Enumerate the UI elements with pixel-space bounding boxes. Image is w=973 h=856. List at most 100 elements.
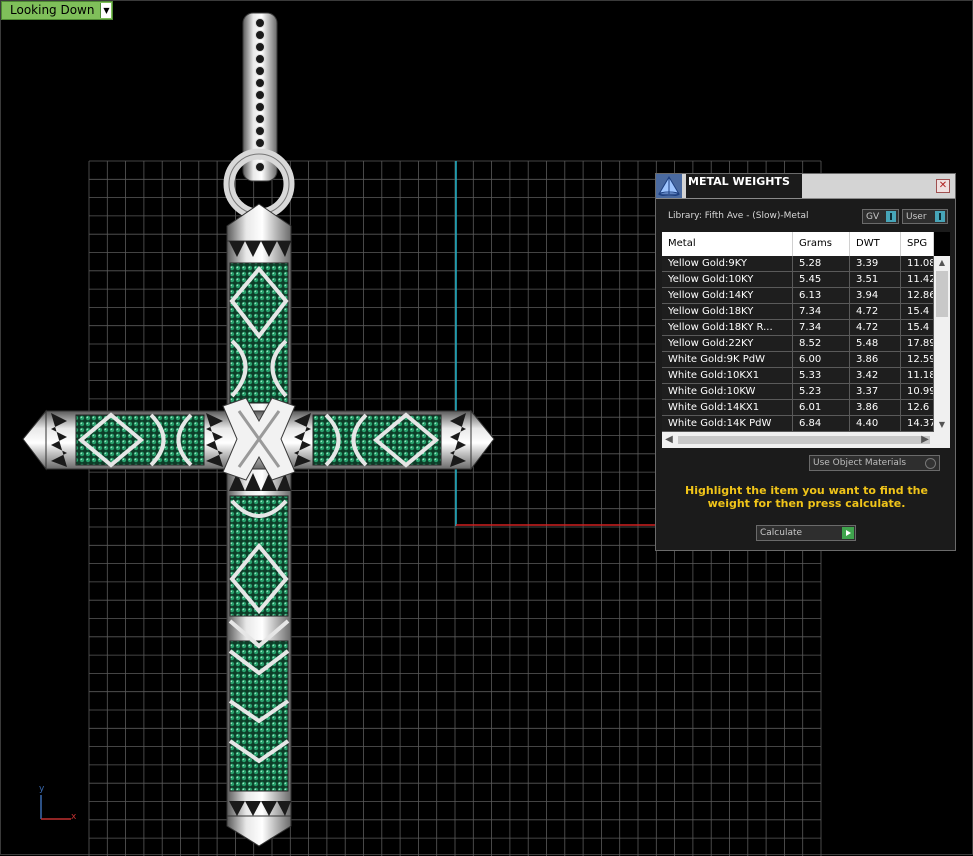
table-row[interactable]: White Gold:14K PdW 6.84 4.40 14.37 — [662, 416, 934, 432]
bail-bead — [255, 78, 265, 88]
cell-metal: Yellow Gold:14KY — [662, 288, 793, 303]
use-object-materials-label: Use Object Materials — [813, 458, 907, 468]
calculate-button[interactable]: Calculate — [756, 525, 856, 541]
column-header-metal[interactable]: Metal — [662, 232, 793, 256]
metal-weights-panel: METAL WEIGHTS ✕ Library: Fifth Ave - (Sl… — [655, 173, 956, 551]
table-row[interactable]: Yellow Gold:14KY 6.13 3.94 12.86 — [662, 288, 934, 304]
bail-bead — [255, 162, 265, 172]
bail-bead — [255, 102, 265, 112]
bail-bead — [255, 30, 265, 40]
column-header-spg[interactable]: SPG — [901, 232, 934, 256]
cell-metal: Yellow Gold:22KY — [662, 336, 793, 351]
cell-spg: 14.37 — [901, 416, 934, 431]
cell-metal: Yellow Gold:18KY R... — [662, 320, 793, 335]
scroll-thumb[interactable] — [678, 436, 930, 444]
use-object-materials-option[interactable]: Use Object Materials — [809, 455, 940, 471]
table-body: Yellow Gold:9KY 5.28 3.39 11.08 Yellow Gold… — [662, 256, 934, 432]
scroll-thumb[interactable] — [936, 271, 948, 317]
cell-dwt: 4.40 — [850, 416, 901, 431]
table-row[interactable]: White Gold:10KW 5.23 3.37 10.99 — [662, 384, 934, 400]
user-label: User — [906, 211, 927, 222]
bail-bead — [255, 66, 265, 76]
scroll-left-icon[interactable]: ◀ — [662, 432, 676, 448]
cross-pendant-model[interactable] — [22, 12, 495, 847]
bail-bead — [255, 18, 265, 28]
panel-header[interactable]: METAL WEIGHTS ✕ — [656, 174, 955, 199]
library-label: Library: Fifth Ave - (Slow)-Metal — [668, 211, 809, 221]
instruction-text: Highlight the item you want to find the … — [685, 484, 928, 510]
calculate-label: Calculate — [760, 528, 803, 538]
cell-spg: 15.4 — [901, 304, 934, 319]
cell-dwt: 3.37 — [850, 384, 901, 399]
gv-label: GV — [866, 211, 880, 222]
cell-dwt: 3.42 — [850, 368, 901, 383]
cell-spg: 10.99 — [901, 384, 934, 399]
cell-grams: 5.45 — [793, 272, 850, 287]
panel-title: METAL WEIGHTS — [686, 174, 802, 198]
view-selector[interactable]: Looking Down ▼ — [1, 1, 114, 20]
bail-bead — [255, 126, 265, 136]
cell-dwt: 5.48 — [850, 336, 901, 351]
chevron-down-icon[interactable]: ▼ — [100, 3, 112, 18]
cell-grams: 6.13 — [793, 288, 850, 303]
table-row[interactable]: Yellow Gold:9KY 5.28 3.39 11.08 — [662, 256, 934, 272]
table-row[interactable]: White Gold:9K PdW 6.00 3.86 12.59 — [662, 352, 934, 368]
cell-dwt: 3.51 — [850, 272, 901, 287]
table-row[interactable]: Yellow Gold:22KY 8.52 5.48 17.89 — [662, 336, 934, 352]
table-row[interactable]: Yellow Gold:18KY 7.34 4.72 15.4 — [662, 304, 934, 320]
toggle-switch-icon[interactable] — [886, 211, 896, 222]
cell-metal: White Gold:10KX1 — [662, 368, 793, 383]
cell-grams: 7.34 — [793, 304, 850, 319]
column-header-dwt[interactable]: DWT — [850, 232, 901, 256]
cell-grams: 7.34 — [793, 320, 850, 335]
cell-dwt: 4.72 — [850, 304, 901, 319]
cell-spg: 15.4 — [901, 320, 934, 335]
vertical-scrollbar[interactable]: ▲ ▼ — [934, 256, 950, 432]
table-header: Metal Grams DWT SPG — [662, 232, 934, 256]
cell-metal: Yellow Gold:9KY — [662, 256, 793, 271]
cell-metal: Yellow Gold:18KY — [662, 304, 793, 319]
cell-metal: White Gold:14KX1 — [662, 400, 793, 415]
cell-grams: 6.84 — [793, 416, 850, 431]
cell-grams: 6.01 — [793, 400, 850, 415]
cell-grams: 6.00 — [793, 352, 850, 367]
scroll-up-icon[interactable]: ▲ — [934, 256, 950, 270]
cell-dwt: 3.86 — [850, 352, 901, 367]
cell-dwt: 3.86 — [850, 400, 901, 415]
radio-button-icon[interactable] — [925, 458, 936, 469]
table-row[interactable]: White Gold:14KX1 6.01 3.86 12.6 — [662, 400, 934, 416]
bail-bead — [255, 114, 265, 124]
toggle-switch-icon[interactable] — [935, 211, 945, 222]
table-row[interactable]: Yellow Gold:18KY R... 7.34 4.72 15.4 — [662, 320, 934, 336]
cell-grams: 5.28 — [793, 256, 850, 271]
table-row[interactable]: White Gold:10KX1 5.33 3.42 11.18 — [662, 368, 934, 384]
cell-spg: 11.08 — [901, 256, 934, 271]
play-arrow-icon[interactable] — [842, 527, 854, 539]
horizontal-scrollbar[interactable]: ◀ ▶ — [662, 432, 950, 448]
gv-toggle[interactable]: GV — [862, 209, 899, 224]
bail-bead — [255, 42, 265, 52]
user-toggle[interactable]: User — [902, 209, 948, 224]
scroll-down-icon[interactable]: ▼ — [934, 418, 950, 432]
pyramid-logo-icon — [656, 174, 682, 198]
cell-spg: 11.18 — [901, 368, 934, 383]
cell-metal: White Gold:9K PdW — [662, 352, 793, 367]
close-icon[interactable]: ✕ — [936, 179, 950, 193]
column-header-grams[interactable]: Grams — [793, 232, 850, 256]
header-filler — [934, 232, 950, 256]
cell-spg: 17.89 — [901, 336, 934, 351]
cell-dwt: 3.39 — [850, 256, 901, 271]
bail-bead — [255, 54, 265, 64]
cell-spg: 11.42 — [901, 272, 934, 287]
cell-spg: 12.86 — [901, 288, 934, 303]
metal-table: Metal Grams DWT SPG Yellow Gold:9KY 5.28 3… — [662, 232, 950, 448]
cell-grams: 5.33 — [793, 368, 850, 383]
cell-metal: White Gold:14K PdW — [662, 416, 793, 431]
cell-dwt: 4.72 — [850, 320, 901, 335]
cell-metal: White Gold:10KW — [662, 384, 793, 399]
cell-metal: Yellow Gold:10KY — [662, 272, 793, 287]
scroll-right-icon[interactable]: ▶ — [918, 432, 932, 448]
table-row[interactable]: Yellow Gold:10KY 5.45 3.51 11.42 — [662, 272, 934, 288]
bail-bead — [255, 90, 265, 100]
cell-spg: 12.59 — [901, 352, 934, 367]
